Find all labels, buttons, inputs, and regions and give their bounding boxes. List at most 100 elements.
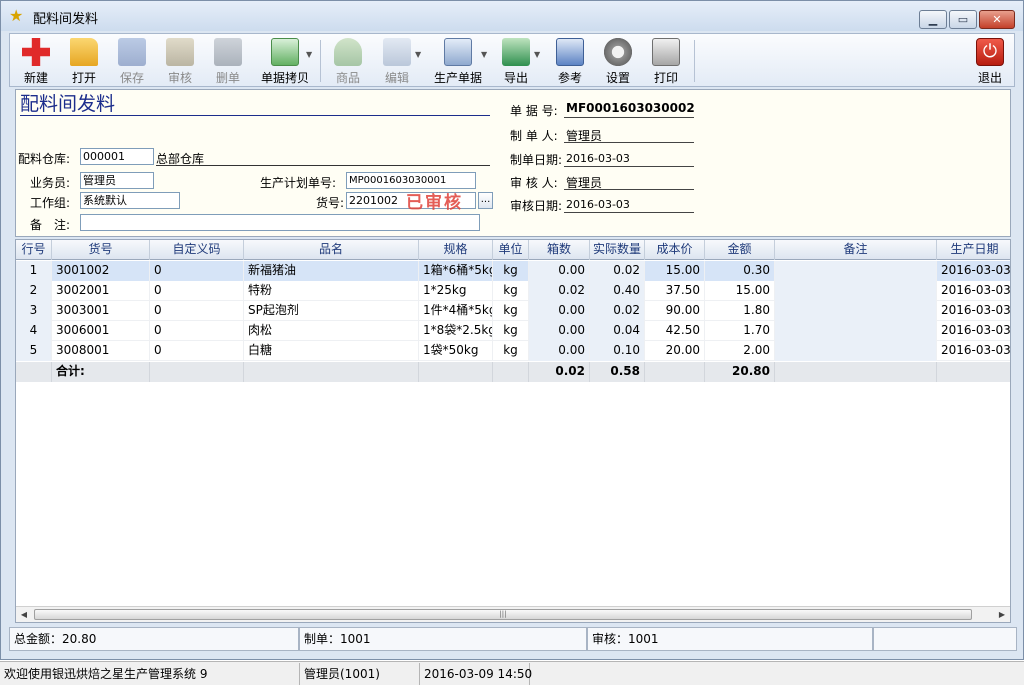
scroll-right-arrow-icon[interactable]: ▶ (994, 607, 1010, 622)
cell-custom[interactable]: 0 (150, 281, 244, 301)
cell-amount[interactable]: 2.00 (705, 341, 775, 361)
cell-boxes[interactable]: 0.00 (529, 261, 590, 281)
save-button[interactable]: 保存 (110, 36, 154, 86)
remark-input[interactable] (80, 214, 480, 231)
col-header-custom[interactable]: 自定义码 (150, 240, 244, 260)
table-row[interactable]: 2 3002001 0 特粉 1*25kg kg 0.02 0.40 37.50 15.00 201… (16, 281, 1010, 301)
cell-boxes[interactable]: 0.00 (529, 321, 590, 341)
cell-code[interactable]: 3008001 (52, 341, 150, 361)
col-header-amount[interactable]: 金额 (705, 240, 775, 260)
maximize-button[interactable]: ▭ (949, 10, 977, 29)
col-header-line[interactable]: 行号 (16, 240, 52, 260)
cell-spec[interactable]: 1箱*6桶*5kg (419, 261, 493, 281)
cell-date[interactable]: 2016-03-03 (937, 301, 1010, 321)
cell-code[interactable]: 3002001 (52, 281, 150, 301)
cell-name[interactable]: 肉松 (244, 321, 419, 341)
scroll-thumb[interactable]: ||| (34, 609, 972, 620)
cell-remark[interactable] (775, 341, 937, 361)
cell-name[interactable]: 特粉 (244, 281, 419, 301)
cell-date[interactable]: 2016-03-03 (937, 261, 1010, 281)
cell-cost[interactable]: 37.50 (645, 281, 705, 301)
cell-unit[interactable]: kg (493, 341, 529, 361)
cell-cost[interactable]: 15.00 (645, 261, 705, 281)
cell-line[interactable]: 4 (16, 321, 52, 341)
cell-qty[interactable]: 0.02 (590, 301, 645, 321)
open-button[interactable]: 打开 (62, 36, 106, 86)
close-button[interactable]: ✕ (979, 10, 1015, 29)
edit-button[interactable]: 编辑 (374, 36, 420, 86)
cell-code[interactable]: 3003001 (52, 301, 150, 321)
cell-line[interactable]: 1 (16, 261, 52, 281)
cell-unit[interactable]: kg (493, 321, 529, 341)
col-header-cost[interactable]: 成本价 (645, 240, 705, 260)
cell-amount[interactable]: 1.80 (705, 301, 775, 321)
col-header-code[interactable]: 货号 (52, 240, 150, 260)
plan-no-input[interactable]: MP0001603030001 (346, 172, 476, 189)
cell-date[interactable]: 2016-03-03 (937, 341, 1010, 361)
workgroup-input[interactable]: 系统默认 (80, 192, 180, 209)
edit-dropdown-arrow-icon[interactable]: ▼ (415, 50, 421, 59)
delete-button[interactable]: 删单 (206, 36, 250, 86)
cell-boxes[interactable]: 0.00 (529, 341, 590, 361)
cell-unit[interactable]: kg (493, 301, 529, 321)
cell-name[interactable]: 新福猪油 (244, 261, 419, 281)
item-browse-button[interactable]: ... (478, 192, 493, 209)
cell-remark[interactable] (775, 321, 937, 341)
table-row[interactable]: 5 3008001 0 白糖 1袋*50kg kg 0.00 0.10 20.00 2.00 201… (16, 341, 1010, 361)
cell-custom[interactable]: 0 (150, 261, 244, 281)
col-header-spec[interactable]: 规格 (419, 240, 493, 260)
cell-code[interactable]: 3001002 (52, 261, 150, 281)
cell-unit[interactable]: kg (493, 261, 529, 281)
table-row[interactable]: 1 3001002 0 新福猪油 1箱*6桶*5kg kg 0.00 0.02 15.00 0.3… (16, 261, 1010, 281)
table-row[interactable]: 3 3003001 0 SP起泡剂 1件*4桶*5kg kg 0.00 0.02 90.00 1.… (16, 301, 1010, 321)
cell-boxes[interactable]: 0.00 (529, 301, 590, 321)
cell-qty[interactable]: 0.10 (590, 341, 645, 361)
col-header-unit[interactable]: 单位 (493, 240, 529, 260)
cell-remark[interactable] (775, 261, 937, 281)
detail-grid[interactable]: 行号 货号 自定义码 品名 规格 单位 箱数 实际数量 成本价 金额 备注 生产… (15, 239, 1011, 623)
goods-button[interactable]: 商品 (326, 36, 370, 86)
cell-qty[interactable]: 0.02 (590, 261, 645, 281)
cell-spec[interactable]: 1件*4桶*5kg (419, 301, 493, 321)
cell-remark[interactable] (775, 301, 937, 321)
cell-line[interactable]: 3 (16, 301, 52, 321)
production-doc-button[interactable]: 生产单据 (428, 36, 488, 86)
cell-cost[interactable]: 20.00 (645, 341, 705, 361)
cell-cost[interactable]: 42.50 (645, 321, 705, 341)
col-header-remark[interactable]: 备注 (775, 240, 937, 260)
horizontal-scrollbar[interactable]: ◀ ||| ▶ (16, 606, 1010, 622)
print-button[interactable]: 打印 (644, 36, 688, 86)
scroll-left-arrow-icon[interactable]: ◀ (16, 607, 32, 622)
col-header-qty[interactable]: 实际数量 (590, 240, 645, 260)
cell-cost[interactable]: 90.00 (645, 301, 705, 321)
cell-spec[interactable]: 1*8袋*2.5kg (419, 321, 493, 341)
cell-amount[interactable]: 15.00 (705, 281, 775, 301)
copy-dropdown-arrow-icon[interactable]: ▼ (306, 50, 312, 59)
audit-button[interactable]: 审核 (158, 36, 202, 86)
cell-custom[interactable]: 0 (150, 341, 244, 361)
title-bar[interactable]: ★ 配料间发料 ▁ ▭ ✕ (1, 1, 1023, 31)
cell-boxes[interactable]: 0.02 (529, 281, 590, 301)
cell-line[interactable]: 2 (16, 281, 52, 301)
cell-unit[interactable]: kg (493, 281, 529, 301)
cell-line[interactable]: 5 (16, 341, 52, 361)
minimize-button[interactable]: ▁ (919, 10, 947, 29)
cell-spec[interactable]: 1袋*50kg (419, 341, 493, 361)
cell-name[interactable]: SP起泡剂 (244, 301, 419, 321)
cell-custom[interactable]: 0 (150, 321, 244, 341)
settings-button[interactable]: 设置 (596, 36, 640, 86)
cell-custom[interactable]: 0 (150, 301, 244, 321)
copy-doc-button[interactable]: 单据拷贝 (254, 36, 316, 86)
cell-amount[interactable]: 1.70 (705, 321, 775, 341)
export-dropdown-arrow-icon[interactable]: ▼ (534, 50, 540, 59)
cell-spec[interactable]: 1*25kg (419, 281, 493, 301)
cell-remark[interactable] (775, 281, 937, 301)
warehouse-code-input[interactable]: 000001 (80, 148, 154, 165)
col-header-date[interactable]: 生产日期 (937, 240, 1010, 260)
reference-button[interactable]: 参考 (548, 36, 592, 86)
col-header-boxes[interactable]: 箱数 (529, 240, 590, 260)
production-dropdown-arrow-icon[interactable]: ▼ (481, 50, 487, 59)
cell-date[interactable]: 2016-03-03 (937, 321, 1010, 341)
cell-qty[interactable]: 0.40 (590, 281, 645, 301)
salesman-input[interactable]: 管理员 (80, 172, 154, 189)
